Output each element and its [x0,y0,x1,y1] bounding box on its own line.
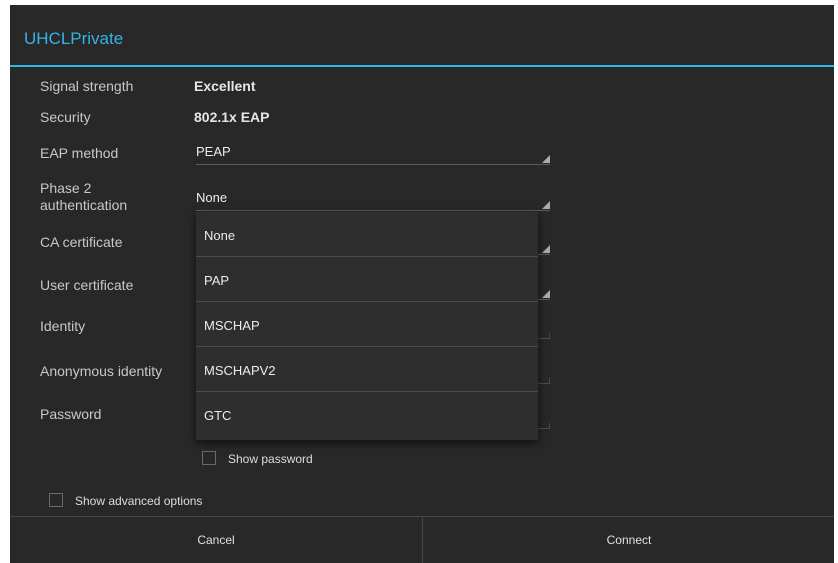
show-password-checkbox[interactable] [202,451,216,465]
password-label: Password [40,406,102,422]
phase2-auth-spinner[interactable]: None [196,185,550,211]
show-password-label[interactable]: Show password [228,452,313,466]
eap-method-spinner[interactable]: PEAP [196,139,550,165]
dropdown-arrow-icon [542,155,550,163]
security-value: 802.1x EAP [194,109,270,125]
dropdown-arrow-icon [542,245,550,253]
ca-certificate-label: CA certificate [40,234,123,250]
eap-method-value: PEAP [196,144,231,159]
wifi-config-dialog: UHCLPrivate Signal strength Excellent Se… [10,5,834,563]
title-divider [10,65,834,67]
phase2-label-line2: authentication [40,197,128,213]
dropdown-item-label: None [204,228,236,243]
spinner-underline [196,210,550,211]
dropdown-item-gtc[interactable]: GTC [196,392,538,437]
phase2-auth-value: None [196,190,228,205]
user-certificate-label: User certificate [40,277,134,293]
dropdown-item-none[interactable]: None [196,212,538,257]
dropdown-item-label: PAP [204,273,230,288]
cancel-button[interactable]: Cancel [10,517,422,563]
dropdown-item-mschap[interactable]: MSCHAP [196,302,538,347]
dropdown-item-label: MSCHAP [204,318,260,333]
eap-method-label: EAP method [40,145,119,161]
anonymous-identity-label: Anonymous identity [40,363,163,379]
signal-strength-value: Excellent [194,78,256,94]
phase2-label-line1: Phase 2 [40,180,92,196]
dropdown-item-label: MSCHAPV2 [204,363,276,378]
dropdown-item-label: GTC [204,408,232,423]
dropdown-arrow-icon [542,290,550,298]
show-advanced-label[interactable]: Show advanced options [75,494,202,508]
dropdown-item-pap[interactable]: PAP [196,257,538,302]
signal-strength-label: Signal strength [40,78,134,94]
dialog-title: UHCLPrivate [24,29,124,48]
show-advanced-checkbox[interactable] [49,493,63,507]
security-label: Security [40,109,91,125]
connect-button[interactable]: Connect [423,517,834,563]
dropdown-item-mschapv2[interactable]: MSCHAPV2 [196,347,538,392]
spinner-underline [196,164,550,165]
phase2-dropdown-list: None PAP MSCHAP MSCHAPV2 GTC [196,212,538,440]
dropdown-arrow-icon [542,201,550,209]
identity-label: Identity [40,318,86,334]
